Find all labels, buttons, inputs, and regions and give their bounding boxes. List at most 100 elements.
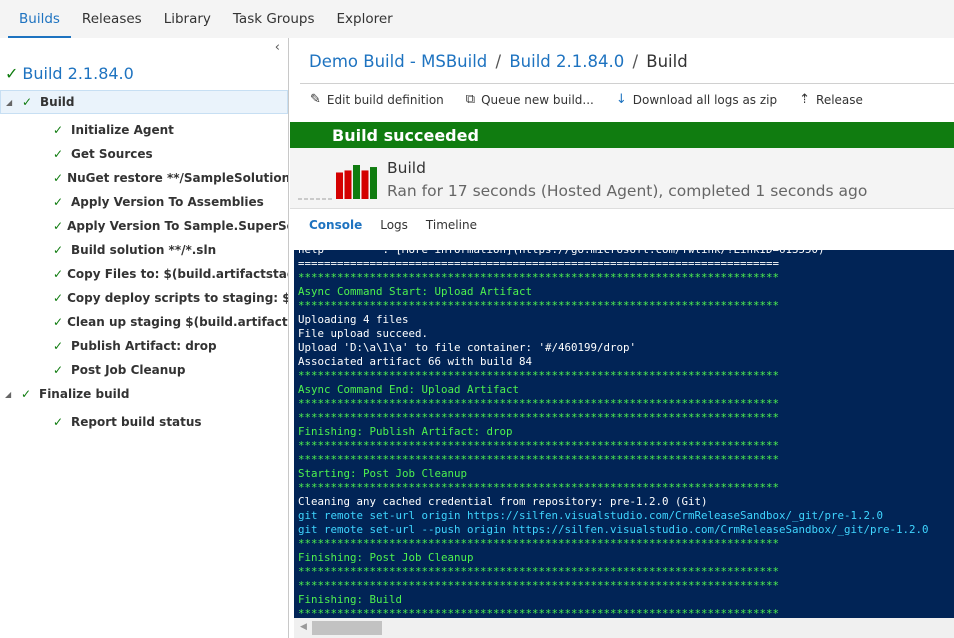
scrollbar-thumb[interactable] <box>312 621 382 635</box>
expanded-triangle-icon[interactable]: ◢ <box>5 390 15 399</box>
console-line: Async Command Start: Upload Artifact <box>298 285 533 298</box>
pencil-icon: ✎ <box>310 92 321 107</box>
tree-step[interactable]: ✓ Post Job Cleanup <box>0 358 288 382</box>
build-steps-tree: ◢ ✓ Build ✓ Initialize Agent ✓ Get Sources… <box>0 90 288 434</box>
history-bar-failed[interactable] <box>361 170 369 199</box>
scroll-left-icon[interactable]: ◀ <box>300 622 307 632</box>
tab-explorer[interactable]: Explorer <box>325 0 403 38</box>
console-line: ========================================… <box>298 257 780 270</box>
tree-step[interactable]: ✓ Get Sources <box>0 142 288 166</box>
release-button[interactable]: ⇡ Release <box>799 92 863 107</box>
console-line: ****************************************… <box>298 565 780 578</box>
console-line: git remote set-url --push origin https:/… <box>298 523 929 536</box>
tree-group-label: Finalize build <box>39 387 130 401</box>
download-logs-button[interactable]: ↓ Download all logs as zip <box>616 92 777 107</box>
success-check-icon: ✓ <box>53 291 64 305</box>
top-navigation: Builds Releases Library Task Groups Expl… <box>0 0 954 38</box>
tree-step[interactable]: ✓ Build solution **/*.sln <box>0 238 288 262</box>
job-name: Build <box>387 159 426 177</box>
tree-step[interactable]: ✓ Report build status <box>0 410 288 434</box>
release-label: Release <box>816 92 863 107</box>
tree-step-label: Publish Artifact: drop <box>71 339 217 353</box>
success-check-icon: ✓ <box>53 123 64 137</box>
tab-releases[interactable]: Releases <box>71 0 153 38</box>
tree-step-label: Report build status <box>71 415 202 429</box>
tree-step[interactable]: ✓NuGet restore **/SampleSolution*.sln <box>0 166 288 190</box>
console-line: help : [More information](https://go.mic… <box>298 250 954 257</box>
tree-step[interactable]: ✓Copy Files to: $(build.artifactstagin..… <box>0 262 288 286</box>
edit-build-definition-label: Edit build definition <box>326 92 444 107</box>
expanded-triangle-icon[interactable]: ◢ <box>6 98 16 107</box>
tree-group-label: Build <box>40 95 75 109</box>
console-line: ****************************************… <box>298 453 780 466</box>
console-line: ****************************************… <box>298 271 780 284</box>
tree-step[interactable]: ✓Apply Version To Sample.SuperSolut... <box>0 214 288 238</box>
history-bar-failed[interactable] <box>336 172 343 199</box>
history-bar-succeeded[interactable] <box>353 165 360 199</box>
tree-step[interactable]: ✓ Initialize Agent <box>0 118 288 142</box>
tree-step[interactable]: ✓Copy deploy scripts to staging: $(bu... <box>0 286 288 310</box>
console-line: git remote set-url origin https://silfen… <box>298 509 884 522</box>
tree-step-label: Apply Version To Sample.SuperSolut... <box>67 219 288 233</box>
download-logs-label: Download all logs as zip <box>632 92 778 107</box>
tab-task-groups[interactable]: Task Groups <box>222 0 326 38</box>
edit-build-definition-button[interactable]: ✎ Edit build definition <box>310 92 444 107</box>
breadcrumb-separator: / <box>495 52 502 71</box>
console-line: ****************************************… <box>298 397 780 410</box>
tree-step-label: Apply Version To Assemblies <box>71 195 264 209</box>
breadcrumb-current: Build <box>646 52 688 71</box>
tab-timeline[interactable]: Timeline <box>426 218 477 232</box>
success-check-icon: ✓ <box>53 195 64 209</box>
console-line: ****************************************… <box>298 369 780 382</box>
tree-step[interactable]: ✓Clean up staging $(build.artifactsta... <box>0 310 288 334</box>
tree-step-label: Get Sources <box>71 147 153 161</box>
success-check-icon: ✓ <box>53 315 64 329</box>
tree-step[interactable]: ✓ Apply Version To Assemblies <box>0 190 288 214</box>
build-status-text: Build succeeded <box>332 125 479 145</box>
breadcrumb-build-link[interactable]: Build 2.1.84.0 <box>509 52 624 71</box>
breadcrumb-definition-link[interactable]: Demo Build - MSBuild <box>309 52 487 71</box>
tree-step-label: Build solution **/*.sln <box>71 243 217 257</box>
console-line: Starting: Post Job Cleanup <box>298 467 468 480</box>
console-line: Async Command End: Upload Artifact <box>298 383 520 396</box>
console-line: Finishing: Post Job Cleanup <box>298 551 474 564</box>
console-line: ****************************************… <box>298 607 780 618</box>
queue-build-icon: ⧉ <box>465 92 476 107</box>
history-bar-failed[interactable] <box>344 170 352 199</box>
build-history-chart[interactable] <box>298 158 388 204</box>
tree-group-finalize-build[interactable]: ◢ ✓ Finalize build <box>0 382 288 406</box>
console-line: ****************************************… <box>298 537 780 550</box>
tree-step[interactable]: ✓ Publish Artifact: drop <box>0 334 288 358</box>
tree-step-label: Clean up staging $(build.artifactsta... <box>67 315 288 329</box>
console-line: File upload succeed. <box>298 327 429 340</box>
success-check-icon: ✓ <box>21 387 32 401</box>
console-line: Cleaning any cached credential from repo… <box>298 495 708 508</box>
success-check-icon: ✓ <box>53 219 64 233</box>
success-check-icon: ✓ <box>5 64 19 83</box>
console-line: Uploading 4 files <box>298 313 409 326</box>
success-check-icon: ✓ <box>53 147 64 161</box>
queue-new-build-label: Queue new build... <box>481 92 594 107</box>
success-check-icon: ✓ <box>53 363 64 377</box>
build-status-banner: Build succeeded <box>290 122 954 148</box>
console-line: ****************************************… <box>298 579 780 592</box>
tab-library[interactable]: Library <box>153 0 222 38</box>
console-line: ****************************************… <box>298 411 780 424</box>
history-bar-succeeded[interactable] <box>370 167 377 199</box>
tree-group-build[interactable]: ◢ ✓ Build <box>0 90 288 114</box>
success-check-icon: ✓ <box>53 267 64 281</box>
success-check-icon: ✓ <box>53 243 64 257</box>
success-check-icon: ✓ <box>53 171 64 185</box>
tab-console[interactable]: Console <box>309 218 362 232</box>
tab-logs[interactable]: Logs <box>380 218 408 232</box>
collapse-pane-icon[interactable]: ‹ <box>275 40 280 55</box>
build-title[interactable]: ✓ Build 2.1.84.0 <box>5 64 134 83</box>
console-output[interactable]: help : [More information](https://go.mic… <box>294 250 954 618</box>
horizontal-scrollbar[interactable]: ◀ <box>294 618 954 638</box>
queue-new-build-button[interactable]: ⧉ Queue new build... <box>466 92 594 107</box>
tree-step-label: Copy deploy scripts to staging: $(bu... <box>67 291 288 305</box>
tab-builds[interactable]: Builds <box>8 0 71 38</box>
breadcrumb: Demo Build - MSBuild / Build 2.1.84.0 / … <box>309 52 688 71</box>
tree-step-label: NuGet restore **/SampleSolution*.sln <box>67 171 288 185</box>
build-summary: Build Ran for 17 seconds (Hosted Agent),… <box>290 148 954 209</box>
